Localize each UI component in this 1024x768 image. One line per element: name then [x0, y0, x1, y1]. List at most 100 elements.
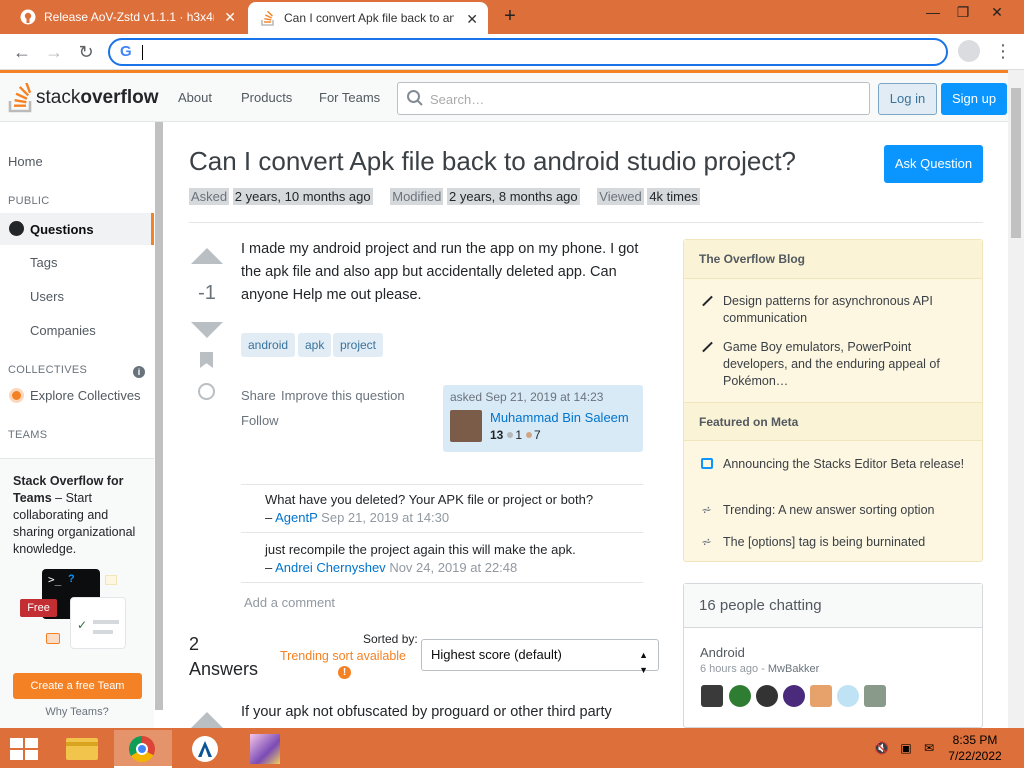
- tab-stackoverflow-question[interactable]: Can I convert Apk file back to an ✕: [248, 2, 488, 34]
- comment-author[interactable]: Andrei Chernyshev: [275, 560, 386, 575]
- nav-users[interactable]: Users: [30, 289, 64, 304]
- question-meta: Asked 2 years, 10 months ago Modified 2 …: [189, 188, 714, 205]
- close-tab-icon[interactable]: ✕: [224, 9, 236, 25]
- minimize-button[interactable]: —: [918, 2, 948, 22]
- meta-item[interactable]: Announcing the Stacks Editor Beta releas…: [723, 456, 969, 473]
- note-icon: [105, 575, 117, 585]
- logo-text-bold: overflow: [80, 87, 159, 108]
- notification-icon[interactable]: ✉: [922, 741, 936, 755]
- why-teams-link[interactable]: Why Teams?: [0, 706, 154, 718]
- clock-date: 7/22/2022: [948, 749, 1002, 763]
- avatar[interactable]: [701, 685, 723, 707]
- history-icon[interactable]: [198, 383, 215, 400]
- avatar[interactable]: [729, 685, 751, 707]
- avatar[interactable]: [810, 685, 832, 707]
- page-scrollbar[interactable]: [1008, 70, 1024, 728]
- network-icon[interactable]: ▣: [899, 741, 913, 755]
- asked-date[interactable]: Sep 21, 2019 at 14:23: [485, 390, 603, 404]
- upvote-icon[interactable]: [191, 248, 223, 264]
- meta-item[interactable]: The [options] tag is being burninated: [723, 534, 969, 551]
- comment-date[interactable]: Nov 24, 2019 at 22:48: [389, 560, 517, 575]
- asked-label: Asked: [189, 188, 230, 205]
- signup-button[interactable]: Sign up: [941, 83, 1007, 115]
- forward-arrow-icon[interactable]: →: [42, 40, 66, 64]
- nav-about[interactable]: About: [178, 90, 212, 105]
- windows-start-icon[interactable]: [10, 738, 38, 760]
- nav-for-teams[interactable]: For Teams: [319, 90, 380, 105]
- close-window-button[interactable]: ✕: [982, 2, 1012, 22]
- question-title[interactable]: Can I convert Apk file back to android s…: [189, 146, 796, 177]
- nav-explore-collectives[interactable]: Explore Collectives: [30, 388, 141, 403]
- sidebar-scrollbar-thumb[interactable]: [155, 122, 163, 710]
- nav-tags[interactable]: Tags: [30, 255, 57, 270]
- stack-icon: ⩫: [701, 502, 712, 517]
- so-logo[interactable]: stack overflow: [8, 81, 158, 115]
- create-free-team-button[interactable]: Create a free Team: [13, 673, 142, 699]
- file-explorer-icon[interactable]: [54, 730, 112, 768]
- chat-time: 6 hours ago: [700, 663, 759, 675]
- chrome-icon[interactable]: [114, 730, 172, 768]
- new-tab-button[interactable]: +: [498, 5, 522, 29]
- login-button[interactable]: Log in: [878, 83, 937, 115]
- volume-muted-icon[interactable]: 🔇: [874, 741, 889, 755]
- avatar[interactable]: [864, 685, 886, 707]
- downvote-icon[interactable]: [191, 322, 223, 338]
- comment-author[interactable]: AgentP: [275, 510, 317, 525]
- nav-questions[interactable]: Questions: [0, 213, 154, 245]
- owner-name[interactable]: Muhammad Bin Saleem: [490, 410, 629, 425]
- nav-home[interactable]: Home: [8, 154, 43, 169]
- system-clock[interactable]: 8:35 PM 7/22/2022: [945, 732, 1005, 764]
- asked-prefix: asked: [450, 390, 483, 404]
- blog-item[interactable]: Game Boy emulators, PowerPoint developer…: [723, 339, 969, 390]
- reload-icon[interactable]: ↻: [74, 40, 98, 64]
- upvote-icon[interactable]: [191, 712, 223, 728]
- avatar[interactable]: [783, 685, 805, 707]
- info-icon[interactable]: !: [338, 666, 351, 679]
- reputation-score: 13: [490, 428, 504, 442]
- android-studio-icon[interactable]: [176, 730, 234, 768]
- divider: [189, 222, 983, 223]
- close-tab-icon[interactable]: ✕: [466, 11, 478, 27]
- chat-user[interactable]: MwBakker: [768, 663, 819, 675]
- bookmark-icon[interactable]: [200, 352, 213, 368]
- tab-github-release[interactable]: Release AoV-Zstd v1.1.1 · h3x4n1 ✕: [8, 0, 246, 34]
- bronze-badge-icon: [526, 432, 533, 439]
- viewed-value: 4k times: [647, 188, 700, 205]
- tag-project[interactable]: project: [333, 333, 384, 357]
- meta-item[interactable]: Trending: A new answer sorting option: [723, 502, 969, 519]
- address-bar[interactable]: G: [108, 38, 948, 66]
- profile-avatar-icon[interactable]: [958, 40, 980, 62]
- browser-tab-bar: Release AoV-Zstd v1.1.1 · h3x4n1 ✕ Can I…: [0, 0, 1024, 34]
- add-comment-link[interactable]: Add a comment: [244, 595, 335, 610]
- chat-room-link[interactable]: Android: [700, 645, 745, 660]
- comment-date[interactable]: Sep 21, 2019 at 14:30: [321, 510, 449, 525]
- blog-item[interactable]: Design patterns for asynchronous API com…: [723, 293, 969, 327]
- browser-menu-icon[interactable]: ⋮: [994, 40, 1012, 64]
- sort-select-value: Highest score (default): [431, 647, 562, 662]
- back-arrow-icon[interactable]: ←: [10, 40, 34, 64]
- avatar[interactable]: [450, 410, 482, 442]
- owner-reputation: 13 1 7: [490, 428, 541, 442]
- nav-products[interactable]: Products: [241, 90, 292, 105]
- tag-android[interactable]: android: [241, 333, 296, 357]
- sort-select[interactable]: Highest score (default) ▲ ▼: [421, 639, 659, 675]
- follow-link[interactable]: Follow: [241, 413, 279, 428]
- page-scrollbar-thumb[interactable]: [1011, 88, 1021, 238]
- share-link[interactable]: Share: [241, 388, 276, 403]
- search-input[interactable]: Search…: [397, 82, 870, 115]
- tag-apk[interactable]: apk: [298, 333, 332, 357]
- restore-button[interactable]: ❐: [948, 2, 978, 22]
- avatar[interactable]: [756, 685, 778, 707]
- answers-count: 2: [189, 634, 200, 654]
- avatar[interactable]: [837, 685, 859, 707]
- nav-companies[interactable]: Companies: [30, 323, 96, 338]
- info-icon[interactable]: i: [133, 366, 145, 378]
- chat-heading[interactable]: 16 people chatting: [684, 584, 982, 628]
- sidebar-scrollbar[interactable]: [154, 122, 164, 728]
- improve-question-link[interactable]: Improve this question: [281, 388, 405, 403]
- question-body: I made my android project and run the ap…: [241, 241, 639, 303]
- ask-question-button[interactable]: Ask Question: [884, 145, 983, 183]
- game-app-icon[interactable]: [236, 730, 294, 768]
- modified-label: Modified: [390, 188, 444, 205]
- meta-heading: Featured on Meta: [684, 402, 982, 441]
